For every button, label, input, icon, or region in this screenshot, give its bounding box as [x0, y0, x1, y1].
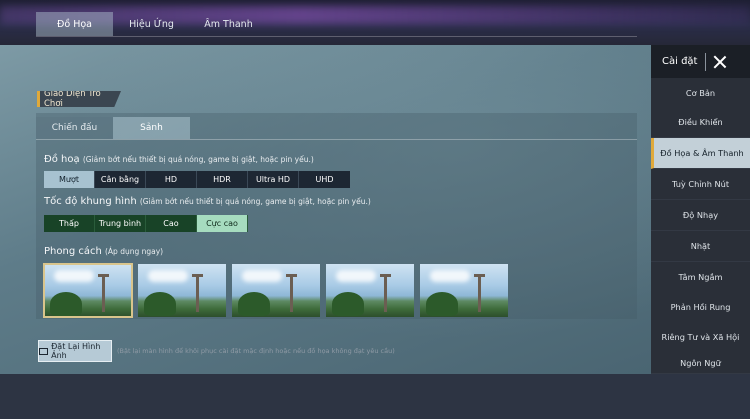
tab-effects[interactable]: Hiệu Ứng: [113, 12, 190, 36]
framerate-note: (Giảm bớt nếu thiết bị quá nóng, game bị…: [139, 197, 371, 206]
sidebar-item-sensitivity[interactable]: Độ Nhạy: [651, 200, 750, 231]
framerate-option-medium[interactable]: Trung bình: [95, 215, 146, 232]
style-heading: Phong cách (Áp dụng ngay): [44, 246, 163, 257]
style-title: Phong cách: [44, 246, 102, 257]
sidebar-item-vibration[interactable]: Phản Hồi Rung: [651, 292, 750, 323]
style-thumbnail[interactable]: [420, 264, 508, 317]
section-label: Giao Diện Trò Chơi: [37, 91, 121, 107]
graphics-note: (Giảm bớt nếu thiết bị quá nóng, game bị…: [82, 155, 314, 164]
graphics-option-smooth[interactable]: Mượt: [44, 171, 95, 188]
graphics-option-ultra-hd[interactable]: Ultra HD: [248, 171, 299, 188]
style-note: (Áp dụng ngay): [105, 247, 164, 256]
framerate-heading: Tốc độ khung hình (Giảm bớt nếu thiết bị…: [44, 196, 371, 207]
graphics-option-balanced[interactable]: Cân bằng: [95, 171, 146, 188]
subtab-combat[interactable]: Chiến đấu: [36, 117, 113, 139]
graphics-title: Đồ hoạ: [44, 154, 80, 165]
subtab-lobby[interactable]: Sảnh: [113, 117, 190, 139]
graphics-heading: Đồ hoạ (Giảm bớt nếu thiết bị quá nóng, …: [44, 154, 314, 165]
header-divider: [705, 52, 707, 71]
bottom-background: [0, 374, 750, 419]
tab-sound[interactable]: Âm Thanh: [190, 12, 267, 36]
reset-note: (Bật lại màn hình để khôi phục cài đặt m…: [117, 347, 395, 355]
top-tab-bar: Đồ Họa Hiệu Ứng Âm Thanh: [36, 12, 267, 36]
sidebar-item-pickup[interactable]: Nhặt: [651, 231, 750, 262]
framerate-option-extreme[interactable]: Cực cao: [197, 215, 248, 232]
style-thumbnail[interactable]: [232, 264, 320, 317]
style-thumbnail[interactable]: [43, 263, 133, 318]
subtab-divider: [36, 139, 637, 140]
sidebar-item-customize-buttons[interactable]: Tuỳ Chỉnh Nút: [651, 169, 750, 200]
graphics-quality-selector: Mượt Cân bằng HD HDR Ultra HD UHD: [44, 171, 350, 188]
tab-divider: [36, 36, 637, 37]
reset-label: Đặt Lại Hình Ảnh: [51, 342, 101, 360]
style-thumbnails: [43, 263, 514, 318]
reset-graphics-button[interactable]: Đặt Lại Hình Ảnh: [38, 340, 112, 362]
sidebar-header: Cài đặt: [651, 45, 750, 78]
framerate-option-low[interactable]: Thấp: [44, 215, 95, 232]
sidebar-item-language[interactable]: Ngôn Ngữ: [651, 352, 750, 374]
graphics-option-uhd[interactable]: UHD: [299, 171, 350, 188]
tab-graphics[interactable]: Đồ Họa: [36, 12, 113, 36]
style-thumbnail[interactable]: [138, 264, 226, 317]
sub-tab-bar: Chiến đấu Sảnh: [36, 117, 190, 139]
style-thumbnail[interactable]: [326, 264, 414, 317]
graphics-option-hd[interactable]: HD: [146, 171, 197, 188]
sidebar-item-privacy[interactable]: Riêng Tư và Xã Hội: [651, 322, 750, 353]
framerate-title: Tốc độ khung hình: [44, 196, 137, 207]
close-icon[interactable]: [713, 55, 727, 69]
sidebar-title: Cài đặt: [662, 56, 698, 67]
screen-icon: [39, 347, 49, 355]
framerate-selector: Thấp Trung bình Cao Cực cao: [44, 215, 248, 232]
graphics-option-hdr[interactable]: HDR: [197, 171, 248, 188]
sidebar-item-controls[interactable]: Điều Khiển: [651, 107, 750, 138]
sidebar-item-crosshair[interactable]: Tâm Ngắm: [651, 262, 750, 293]
sidebar-item-basic[interactable]: Cơ Bản: [651, 78, 750, 109]
framerate-option-high[interactable]: Cao: [146, 215, 197, 232]
sidebar-item-graphics-audio[interactable]: Đồ Họa & Âm Thanh: [651, 138, 750, 169]
